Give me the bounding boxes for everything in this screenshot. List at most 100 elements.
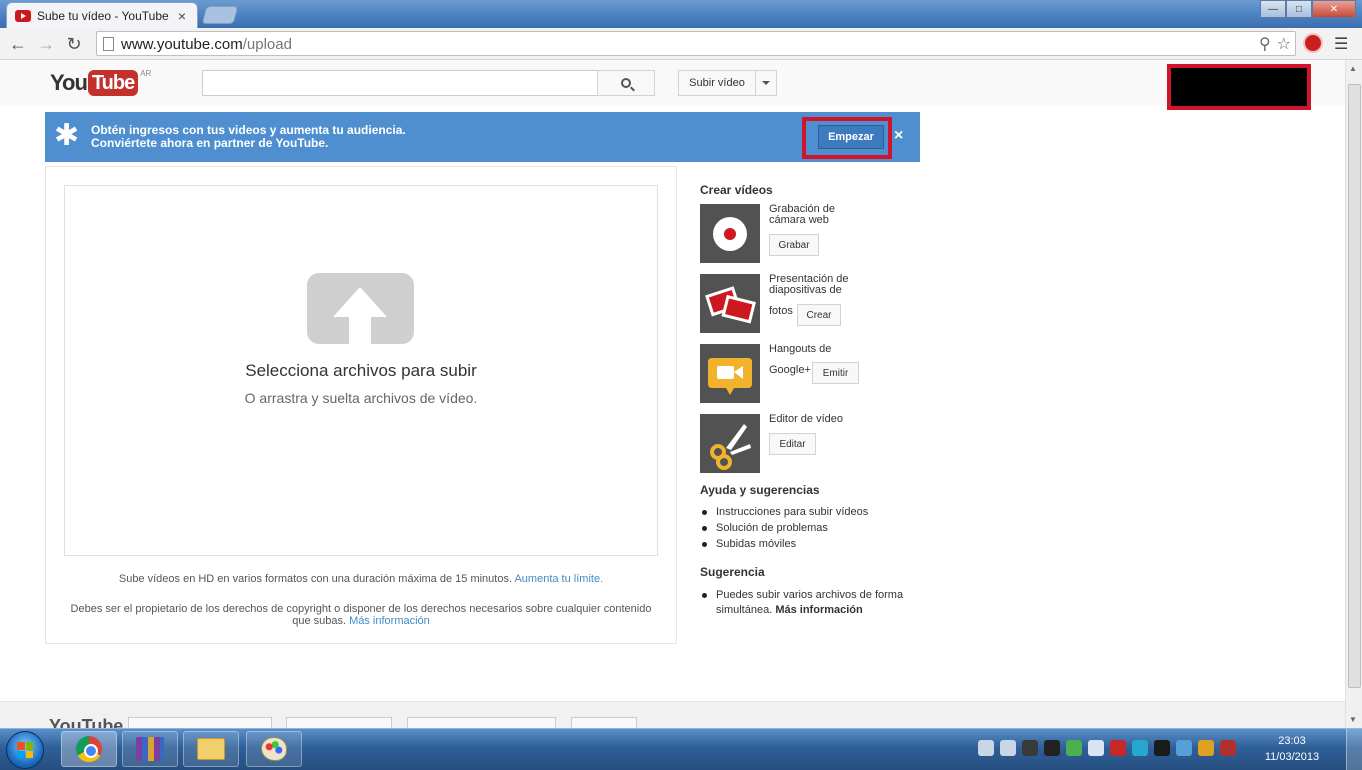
webcam-label: Grabación de cámara web: [769, 204, 835, 226]
search-button[interactable]: [597, 70, 655, 96]
hangouts-label-line-1: Hangouts de: [769, 343, 832, 355]
banner-line-2: Conviértete ahora en partner de YouTube.: [91, 136, 329, 150]
webcam-label-line-2: cámara web: [769, 214, 829, 226]
browser-tab[interactable]: Sube tu vídeo - YouTube ×: [6, 2, 198, 28]
slideshow-label: Presentación de diapositivas de: [769, 274, 849, 296]
minimize-button[interactable]: —: [1260, 0, 1286, 18]
slideshow-label-line-3: fotos: [769, 305, 793, 317]
photo-slideshow-icon[interactable]: [700, 274, 760, 333]
footer-logo[interactable]: YouTube: [49, 716, 123, 728]
scroll-up-arrow-icon[interactable]: ▲: [1349, 64, 1357, 73]
volume-icon[interactable]: [1220, 740, 1236, 756]
grabar-button[interactable]: Grabar: [769, 234, 819, 256]
help-link-upload-instructions[interactable]: Instrucciones para subir vídeos: [700, 504, 868, 520]
youtube-favicon-icon: [15, 9, 31, 22]
security-check-icon[interactable]: [1066, 740, 1082, 756]
hangouts-camera-icon[interactable]: [700, 344, 760, 403]
help-link-mobile-uploads[interactable]: Subidas móviles: [700, 536, 868, 552]
footer-country-button[interactable]: [286, 717, 392, 728]
speaker-icon[interactable]: [978, 740, 994, 756]
drag-drop-hint: O arrastra y suelta archivos de vídeo.: [244, 390, 478, 406]
upload-video-button[interactable]: Subir vídeo: [678, 70, 756, 96]
empezar-button[interactable]: Empezar: [818, 125, 884, 149]
chrome-icon: [76, 736, 102, 762]
banner-text: Obtén ingresos con tus videos y aumenta …: [91, 124, 406, 150]
taskbar-explorer[interactable]: [183, 731, 239, 767]
blocked-icon[interactable]: [1044, 740, 1060, 756]
page-icon: [103, 37, 114, 51]
account-area-redacted[interactable]: [1167, 64, 1311, 110]
network-bars-icon[interactable]: [1110, 740, 1126, 756]
system-tray: [978, 740, 1236, 756]
tab-close-icon[interactable]: ×: [175, 8, 189, 24]
clock-date: 11/03/2013: [1264, 751, 1320, 763]
help-links-list: Instrucciones para subir vídeos Solución…: [700, 504, 868, 552]
paint-icon: [261, 737, 287, 761]
crear-button[interactable]: Crear: [797, 304, 841, 326]
webcam-record-icon[interactable]: [700, 204, 760, 263]
chevron-down-icon: [762, 81, 770, 85]
logo-you: You: [50, 70, 88, 95]
taskbar-winrar[interactable]: [122, 731, 178, 767]
show-desktop-button[interactable]: [1346, 729, 1362, 770]
chrome-menu-icon[interactable]: ☰: [1334, 34, 1350, 54]
footer-help-button[interactable]: [571, 717, 637, 728]
winrar-icon: [136, 737, 164, 761]
taskbar-clock[interactable]: 23:03 11/03/2013: [1262, 733, 1322, 765]
new-tab-button[interactable]: [201, 6, 239, 24]
clock-time: 23:03: [1278, 735, 1306, 747]
tip-heading: Sugerencia: [700, 565, 765, 579]
search-input[interactable]: [202, 70, 598, 96]
tip-item: Puedes subir varios archivos de forma si…: [700, 588, 920, 618]
increase-limit-link[interactable]: Aumenta tu límite.: [514, 573, 603, 585]
page-scrollbar[interactable]: ▲ ▼: [1345, 60, 1362, 728]
speaker-icon-2[interactable]: [1000, 740, 1016, 756]
browser-toolbar: ← → ↻ www.youtube.com/upload ⚲ ☆ ☰: [0, 28, 1362, 60]
hd-note: Sube vídeos en HD en varios formatos con…: [64, 573, 658, 585]
upload-arrow-icon[interactable]: [307, 273, 414, 344]
windows-logo-icon: [17, 742, 33, 758]
scroll-down-arrow-icon[interactable]: ▼: [1349, 715, 1357, 724]
search-icon: [621, 78, 631, 88]
tab-title: Sube tu vídeo - YouTube: [37, 8, 169, 23]
help-heading: Ayuda y sugerencias: [700, 483, 820, 497]
footer-language-button[interactable]: [128, 717, 272, 728]
upload-dropdown-button[interactable]: [755, 70, 777, 96]
page-footer: YouTube: [0, 701, 1345, 728]
scroll-thumb[interactable]: [1348, 84, 1361, 688]
copyright-more-info-link[interactable]: Más información: [349, 615, 430, 627]
reload-icon[interactable]: ↻: [62, 32, 86, 56]
url-path: /upload: [242, 36, 292, 53]
scissors-icon[interactable]: [700, 414, 760, 473]
address-bar[interactable]: www.youtube.com/upload ⚲ ☆: [96, 31, 1296, 56]
taskbar-paint[interactable]: [246, 731, 302, 767]
url-text[interactable]: www.youtube.com/upload: [121, 36, 292, 53]
back-arrow-icon[interactable]: ←: [6, 32, 30, 56]
display-icon[interactable]: [1154, 740, 1170, 756]
signal-icon[interactable]: [1088, 740, 1104, 756]
taskbar-chrome[interactable]: [61, 731, 117, 767]
window-controls: — □ ✕: [1260, 0, 1356, 18]
bookmark-star-icon[interactable]: ☆: [1277, 34, 1291, 54]
editar-button[interactable]: Editar: [769, 433, 816, 455]
tray-cloud-icon[interactable]: [1176, 740, 1192, 756]
select-files-title[interactable]: Selecciona archivos para subir: [64, 361, 658, 381]
tip-more-info-link[interactable]: Más información: [775, 604, 862, 616]
help-link-troubleshooting[interactable]: Solución de problemas: [700, 520, 868, 536]
banner-close-icon[interactable]: ×: [894, 128, 903, 144]
folder-icon: [197, 738, 225, 760]
maximize-button[interactable]: □: [1286, 0, 1312, 18]
extension-icon[interactable]: [1303, 33, 1323, 53]
tray-app-icon[interactable]: [1022, 740, 1038, 756]
editor-label: Editor de vídeo: [769, 413, 843, 425]
forward-arrow-icon[interactable]: →: [34, 32, 58, 56]
close-window-button[interactable]: ✕: [1312, 0, 1356, 18]
slideshow-label-line-2: diapositivas de: [769, 284, 842, 296]
emitir-button[interactable]: Emitir: [812, 362, 859, 384]
zoom-search-icon[interactable]: ⚲: [1259, 34, 1271, 54]
tray-tool-icon[interactable]: [1198, 740, 1214, 756]
footer-safety-button[interactable]: [407, 717, 556, 728]
youtube-logo[interactable]: You Tube AR: [50, 69, 151, 96]
sync-icon[interactable]: [1132, 740, 1148, 756]
logo-tube: Tube: [87, 70, 139, 96]
